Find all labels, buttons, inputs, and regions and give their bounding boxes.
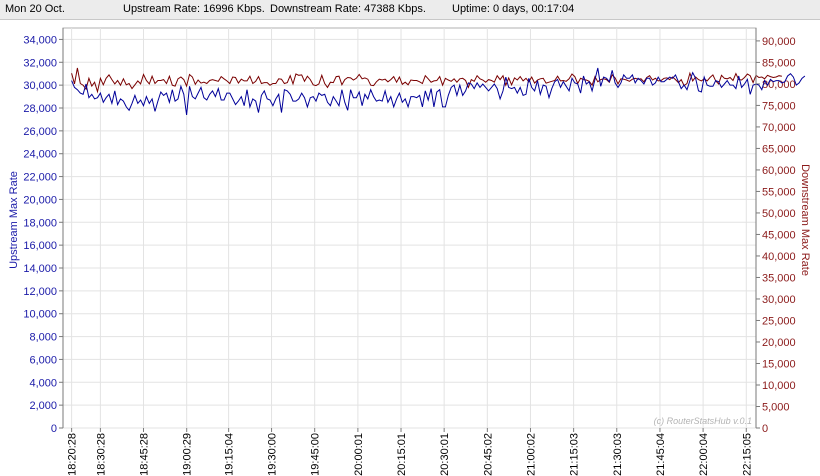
left-tick-label: 10,000 (23, 309, 57, 321)
x-tick-label: 19:15:04 (224, 433, 236, 476)
right-tick-label: 45,000 (762, 229, 796, 241)
x-tick-label: 21:30:03 (612, 433, 624, 476)
left-tick-label: 16,000 (23, 240, 57, 252)
right-tick-label: 30,000 (762, 294, 796, 306)
x-tick-label: 20:00:01 (353, 433, 365, 476)
x-tick-label: 22:15:05 (741, 433, 753, 476)
left-tick-label: 14,000 (23, 263, 57, 275)
watermark: (c) RouterStatsHub v.0.1 (654, 416, 752, 426)
right-tick-label: 0 (762, 423, 768, 435)
x-tick-label: 18:45:28 (139, 433, 151, 476)
left-tick-label: 18,000 (23, 217, 57, 229)
left-tick-label: 8,000 (29, 332, 57, 344)
right-tick-label: 65,000 (762, 143, 796, 155)
right-tick-label: 75,000 (762, 100, 796, 112)
status-date: Mon 20 Oct. (5, 3, 65, 15)
x-tick-label: 20:45:02 (482, 433, 494, 476)
left-tick-label: 24,000 (23, 149, 57, 161)
upstream-rate-readout: Upstream Rate: 16996 Kbps. (123, 3, 265, 15)
downstream-rate-readout: Downstream Rate: 47388 Kbps. (270, 3, 426, 15)
right-tick-label: 90,000 (762, 36, 796, 48)
uptime-readout: Uptime: 0 days, 00:17:04 (452, 3, 575, 15)
left-tick-label: 0 (51, 423, 57, 435)
x-tick-label: 21:00:02 (525, 433, 537, 476)
left-tick-label: 12,000 (23, 286, 57, 298)
x-tick-label: 20:15:01 (396, 433, 408, 476)
x-tick-label: 21:45:04 (655, 433, 667, 476)
rate-chart: 0 2,000 4,000 6,000 8,000 10,000 12,000 14,000 1… (0, 20, 820, 476)
right-tick-label: 5,000 (762, 401, 790, 413)
x-tick-label: 22:00:04 (698, 433, 710, 476)
left-tick-label: 32,000 (23, 57, 57, 69)
left-tick-label: 6,000 (29, 354, 57, 366)
right-tick-label: 50,000 (762, 208, 796, 220)
right-tick-label: 60,000 (762, 165, 796, 177)
x-tick-label: 19:45:00 (310, 433, 322, 476)
right-tick-label: 85,000 (762, 57, 796, 69)
left-tick-label: 28,000 (23, 103, 57, 115)
left-tick-label: 26,000 (23, 126, 57, 138)
plot-area (62, 27, 757, 429)
right-tick-label: 35,000 (762, 272, 796, 284)
status-bar: Mon 20 Oct. Upstream Rate: 16996 Kbps. D… (0, 0, 820, 20)
x-tick-label: 19:30:00 (267, 433, 279, 476)
right-tick-label: 55,000 (762, 186, 796, 198)
right-tick-label: 25,000 (762, 315, 796, 327)
right-axis-label: Downstream Max Rate (799, 164, 811, 276)
right-tick-label: 20,000 (762, 337, 796, 349)
x-tick-label: 18:30:28 (95, 433, 107, 476)
left-tick-label: 34,000 (23, 34, 57, 46)
x-tick-label: 19:00:29 (182, 433, 194, 476)
left-tick-label: 2,000 (29, 400, 57, 412)
left-tick-label: 22,000 (23, 172, 57, 184)
right-tick-label: 70,000 (762, 122, 796, 134)
x-tick-label: 21:15:03 (569, 433, 581, 476)
x-tick-label: 20:30:01 (439, 433, 451, 476)
left-axis-label: Upstream Max Rate (8, 171, 20, 269)
right-tick-label: 10,000 (762, 380, 796, 392)
router-stats-window: Mon 20 Oct. Upstream Rate: 16996 Kbps. D… (0, 0, 820, 476)
x-tick-label: 18:20:28 (67, 433, 79, 476)
right-tick-label: 15,000 (762, 358, 796, 370)
right-tick-label: 40,000 (762, 251, 796, 263)
left-tick-label: 20,000 (23, 194, 57, 206)
left-tick-label: 4,000 (29, 377, 57, 389)
left-tick-label: 30,000 (23, 80, 57, 92)
